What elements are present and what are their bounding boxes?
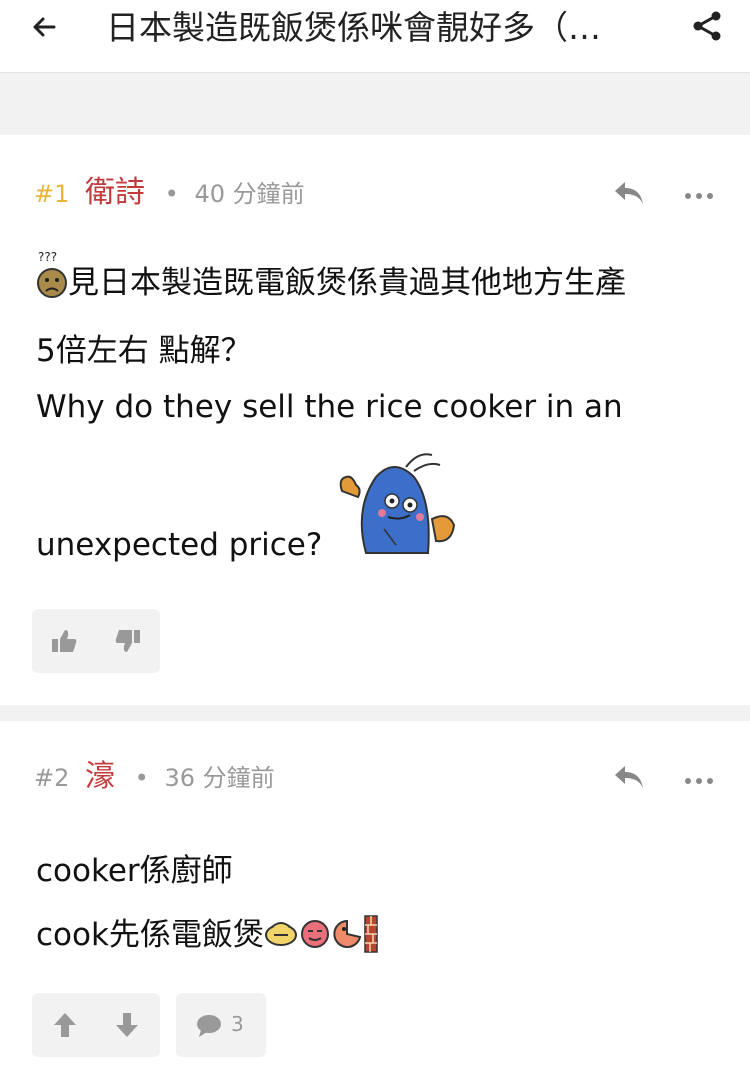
- comment-bubble-icon: [196, 1014, 222, 1042]
- content-text: 見日本製造既電飯煲係貴過其他地方生產: [68, 265, 626, 301]
- svg-text:???: ???: [38, 250, 57, 264]
- vote-buttons: [32, 993, 160, 1057]
- content-line: cooker係廚師: [36, 853, 233, 889]
- post-content: ??? 見日本製造既電飯煲係貴過其他地方生產 5倍左右 點解？ Why do t…: [36, 239, 726, 569]
- separator-dot: •: [164, 180, 179, 208]
- arrow-left-icon[interactable]: [28, 10, 62, 44]
- thread-title: 日本製造既飯煲係咪會靚好多（…: [106, 8, 601, 47]
- separator-dot: •: [134, 764, 149, 792]
- content-line: Why do they sell the rice cooker in an: [36, 389, 623, 425]
- post-item: #1 衛詩 • 40 分鐘前 ??? 見日本製造既電飯煲係貴過其他地方生產 5倍…: [0, 135, 750, 705]
- content-line: 5倍左右 點解？: [36, 333, 252, 369]
- shy-face-emoji: [264, 922, 297, 946]
- pacman-face-emoji: [333, 919, 362, 948]
- thumbs-down-icon[interactable]: [114, 627, 142, 659]
- post-content: cooker係廚師 cook先係電飯煲: [36, 841, 726, 981]
- downvote-arrow-icon[interactable]: [114, 1011, 140, 1043]
- red-face-emoji: [300, 920, 329, 948]
- comments-button[interactable]: 3: [176, 993, 266, 1057]
- confused-face-emoji: ???: [37, 250, 67, 298]
- blue-monster-sticker: [336, 449, 458, 561]
- thumbs-up-icon[interactable]: [50, 627, 78, 659]
- post-meta: #2 濠 • 36 分鐘前: [34, 761, 275, 794]
- post-number: #1: [34, 180, 70, 208]
- content-line: cook先係電飯煲: [36, 909, 378, 954]
- top-bar: 日本製造既飯煲係咪會靚好多（…: [0, 0, 750, 73]
- content-line: unexpected price?: [36, 527, 323, 563]
- post-time: 40 分鐘前: [194, 180, 305, 208]
- post-number: #2: [34, 764, 70, 792]
- brick-wall-emoji: [364, 915, 378, 953]
- username[interactable]: 衛詩: [85, 175, 145, 210]
- more-options-icon[interactable]: [684, 186, 714, 199]
- reply-icon[interactable]: [611, 178, 647, 208]
- content-line: ??? 見日本製造既電飯煲係貴過其他地方生產: [36, 249, 626, 302]
- share-icon[interactable]: [690, 8, 726, 44]
- post-item: #2 濠 • 36 分鐘前 cooker係廚師 cook先係電飯煲 3: [0, 721, 750, 1072]
- upvote-arrow-icon[interactable]: [52, 1011, 78, 1043]
- username[interactable]: 濠: [85, 759, 115, 794]
- post-time: 36 分鐘前: [164, 764, 275, 792]
- more-options-icon[interactable]: [684, 771, 714, 784]
- content-text: cook先係電飯煲: [36, 917, 264, 953]
- reply-icon[interactable]: [611, 762, 647, 792]
- post-meta: #1 衛詩 • 40 分鐘前: [34, 177, 305, 210]
- comment-count: 3: [231, 1012, 244, 1036]
- vote-buttons: [32, 609, 160, 673]
